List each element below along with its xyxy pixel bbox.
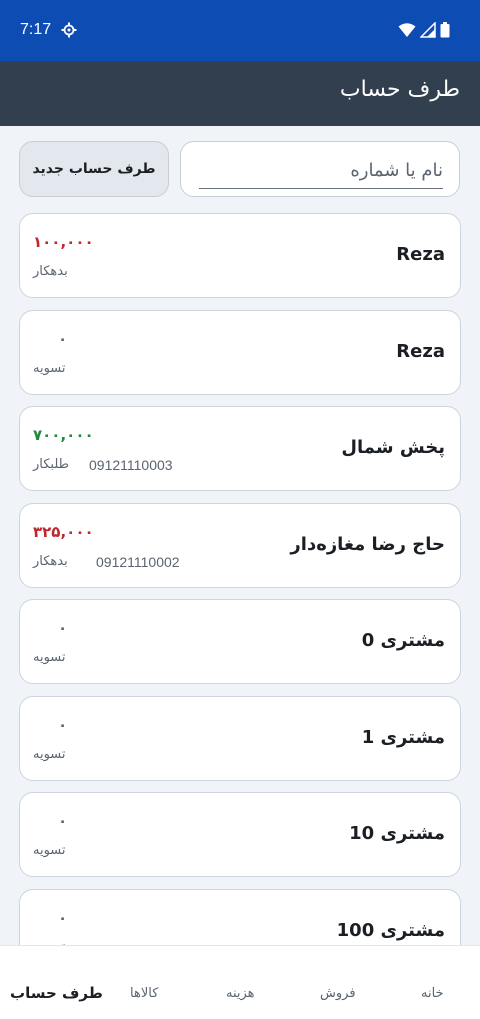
- account-name: حاج رضا مغازه‌دار: [290, 533, 445, 555]
- account-amount: ۰: [58, 715, 68, 734]
- account-amount: ۷۰۰,۰۰۰: [33, 426, 94, 444]
- account-status: بدهکار: [33, 553, 68, 569]
- account-card[interactable]: مشتری 0 ۰ تسویه: [19, 599, 461, 684]
- bottom-nav: خانه فروش هزینه کالاها طرف حساب: [0, 945, 480, 1019]
- account-amount: ۰: [58, 329, 68, 348]
- battery-icon: [440, 22, 450, 38]
- account-card[interactable]: پخش شمال ۷۰۰,۰۰۰ طلبکار 09121110003: [19, 406, 461, 491]
- account-status: تسویه: [33, 360, 66, 376]
- nav-item-accounts[interactable]: طرف حساب: [10, 984, 103, 1002]
- account-amount: ۳۲۵,۰۰۰: [33, 522, 94, 541]
- account-name: Reza: [396, 244, 445, 265]
- account-amount: ۰: [58, 812, 68, 830]
- app-bar: طرف حساب: [0, 61, 480, 126]
- account-name: مشتری 0: [361, 630, 445, 651]
- account-card[interactable]: حاج رضا مغازه‌دار ۳۲۵,۰۰۰ بدهکار 0912111…: [19, 502, 461, 588]
- account-card[interactable]: Reza ۱۰۰,۰۰۰ بدهکار: [19, 213, 461, 298]
- account-status: طلبکار: [33, 457, 69, 472]
- account-card[interactable]: مشتری 1 ۰ تسویه: [19, 695, 461, 781]
- nav-item-sales[interactable]: فروش: [320, 986, 356, 1001]
- status-bar: 7:17: [0, 0, 480, 61]
- account-amount: ۰: [58, 908, 68, 927]
- search-box: [180, 141, 460, 197]
- search-area: طرف حساب جدید: [0, 126, 480, 210]
- nav-item-expense[interactable]: هزینه: [226, 986, 255, 1001]
- account-name: مشتری 100: [336, 919, 445, 941]
- account-card[interactable]: مشتری 10 ۰ تسویه: [19, 792, 461, 877]
- status-time: 7:17: [20, 21, 52, 38]
- account-amount: ۰: [58, 619, 68, 637]
- account-status: تسویه: [33, 650, 66, 665]
- signal-icon: [420, 22, 436, 38]
- account-name: مشتری 10: [349, 823, 445, 844]
- account-name: پخش شمال: [341, 437, 445, 458]
- account-name: مشتری 1: [361, 726, 445, 748]
- account-status: تسویه: [33, 843, 66, 858]
- nav-item-home[interactable]: خانه: [421, 986, 444, 1001]
- account-phone: 09121110002: [96, 553, 180, 570]
- search-input[interactable]: [199, 152, 443, 189]
- wifi-icon: [398, 23, 416, 37]
- nav-item-products[interactable]: کالاها: [130, 986, 158, 1001]
- account-name: Reza: [396, 340, 445, 362]
- account-status: بدهکار: [33, 264, 68, 279]
- gear-icon: [61, 22, 77, 38]
- page-title: طرف حساب: [339, 77, 460, 102]
- account-status: تسویه: [33, 746, 66, 762]
- account-list: Reza ۱۰۰,۰۰۰ بدهکار Reza ۰ تسویه پخش شما…: [19, 213, 461, 985]
- new-account-button[interactable]: طرف حساب جدید: [19, 141, 169, 197]
- account-phone: 09121110003: [89, 457, 173, 473]
- account-card[interactable]: Reza ۰ تسویه: [19, 309, 461, 395]
- account-amount: ۱۰۰,۰۰۰: [33, 233, 94, 251]
